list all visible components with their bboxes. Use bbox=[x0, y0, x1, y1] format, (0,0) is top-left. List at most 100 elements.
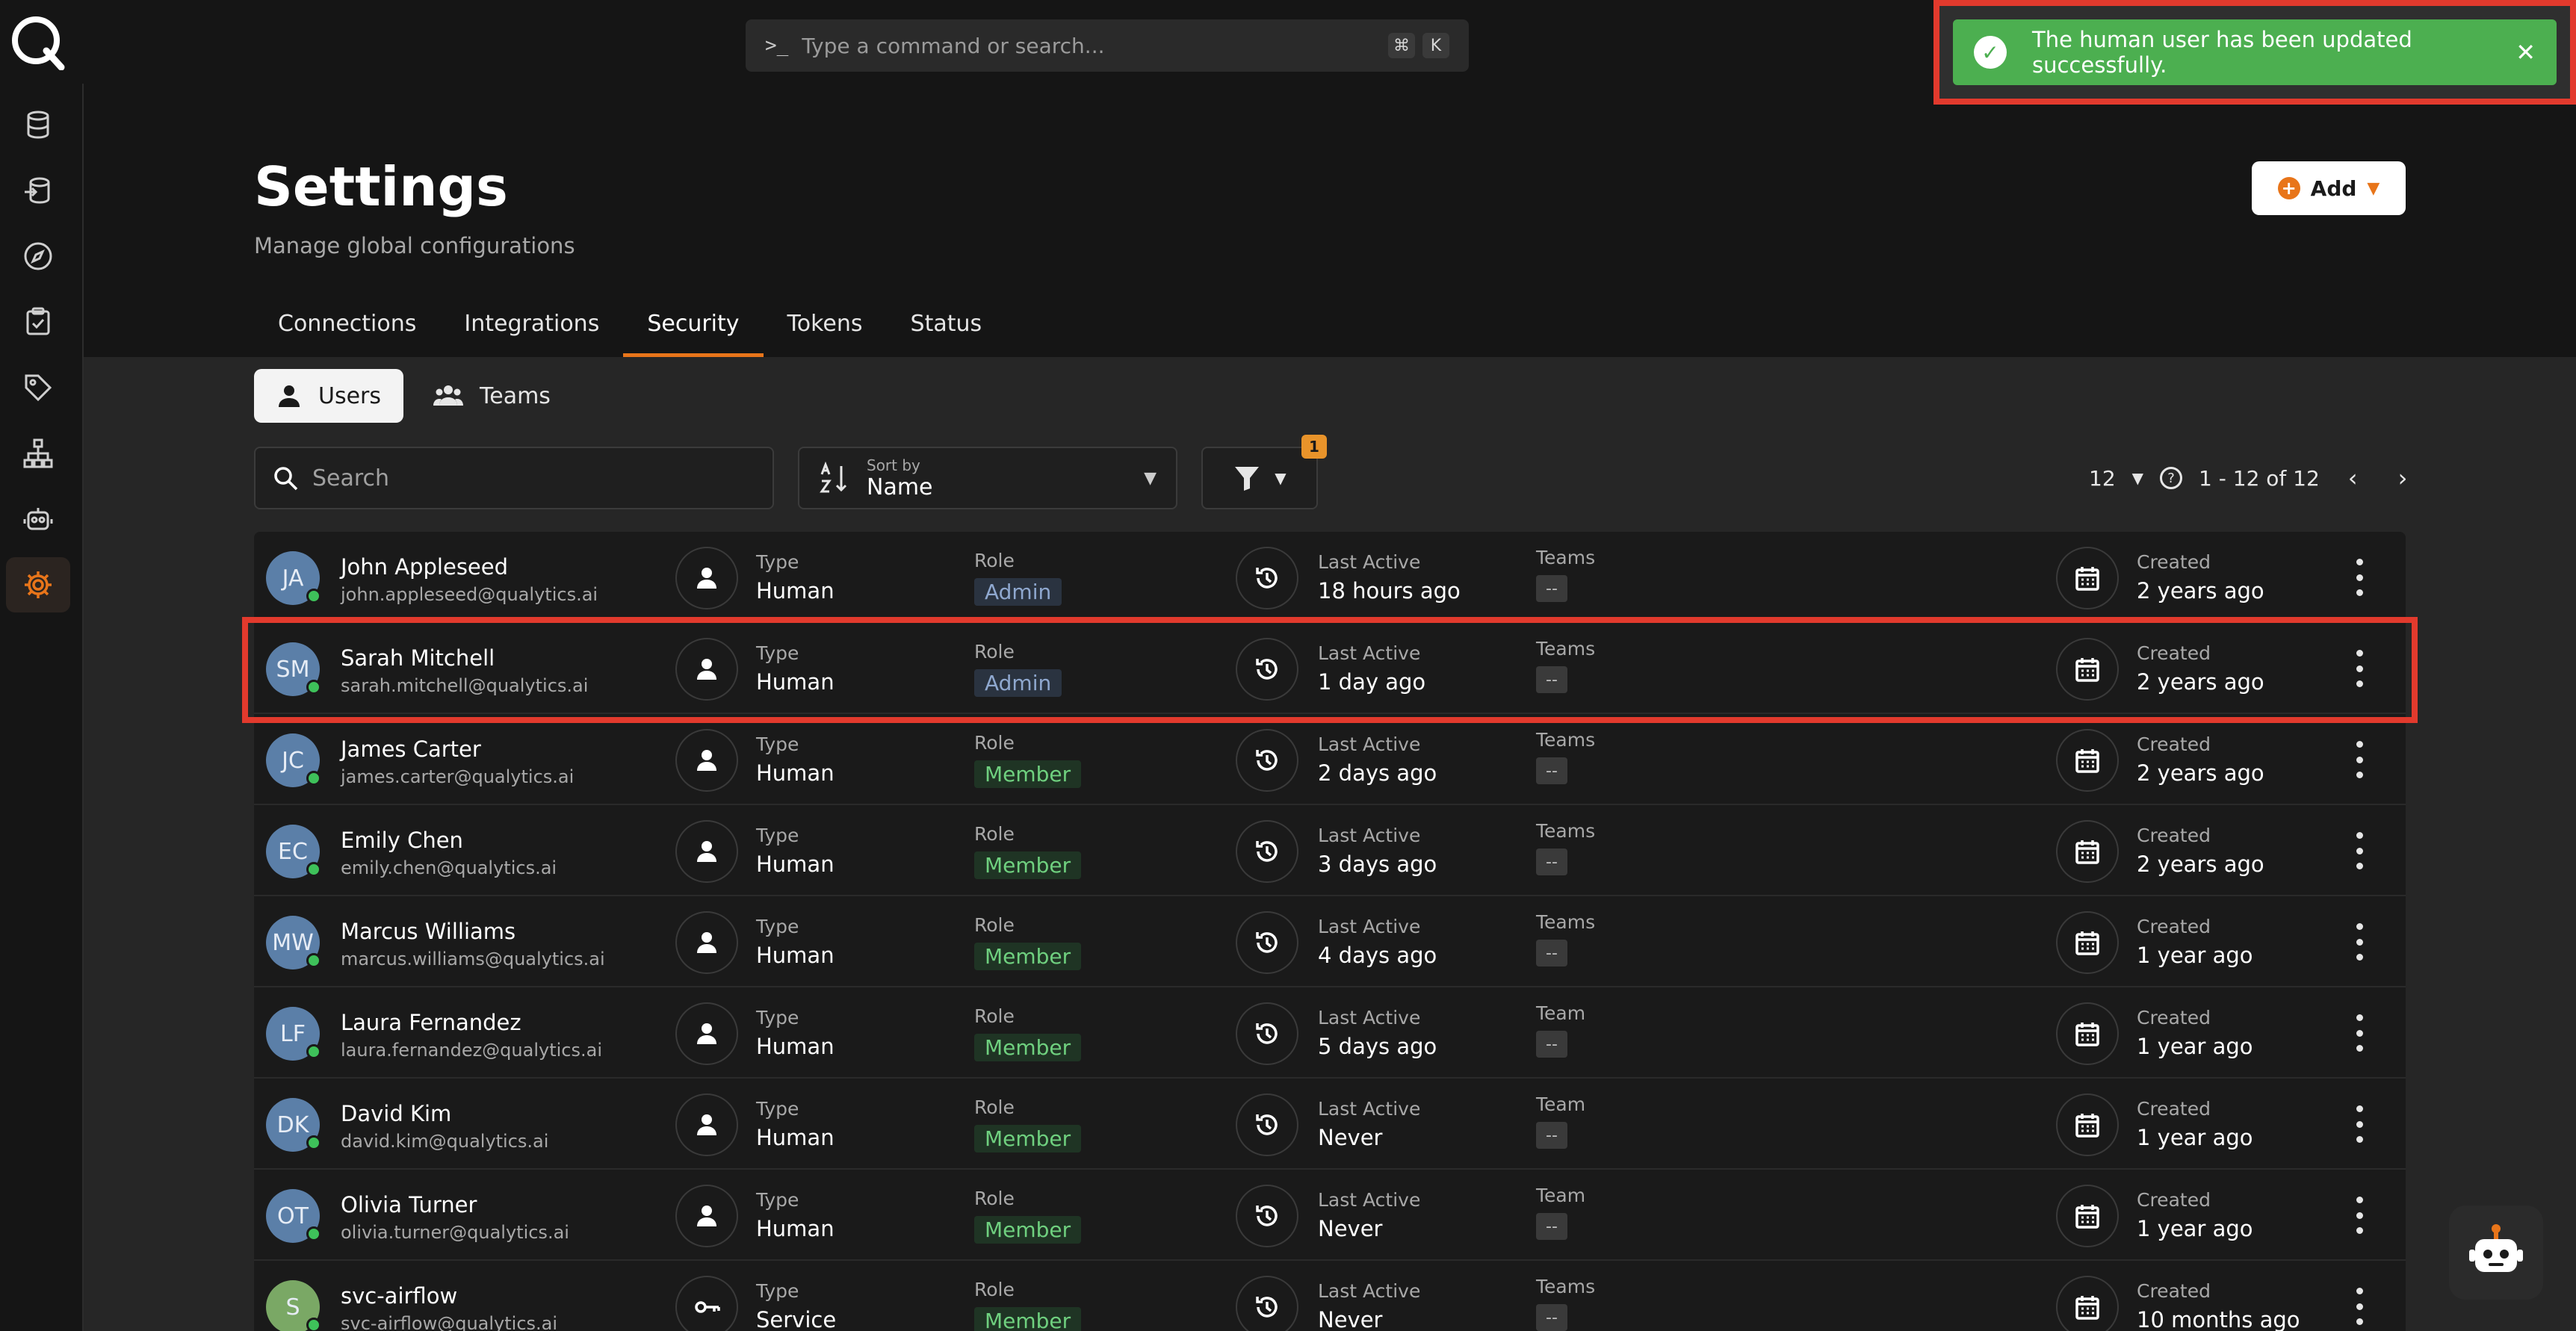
history-icon bbox=[1256, 750, 1278, 771]
sidebar-item-explore[interactable] bbox=[6, 229, 70, 284]
gear-icon bbox=[25, 571, 52, 598]
created-icon-circle bbox=[2056, 1093, 2119, 1156]
type-label: Type bbox=[756, 916, 799, 937]
created-icon-circle bbox=[2056, 547, 2119, 609]
row-actions-menu-icon[interactable] bbox=[2350, 1105, 2368, 1143]
success-toast: ✓ The human user has been updated succes… bbox=[1953, 19, 2557, 85]
sort-alpha-icon bbox=[820, 462, 847, 493]
previous-page-button[interactable]: ‹ bbox=[2336, 464, 2370, 492]
last-active-icon-circle bbox=[1236, 547, 1298, 609]
row-actions-menu-icon[interactable] bbox=[2350, 559, 2368, 596]
command-search-bar[interactable]: >_ Type a command or search... ⌘ K bbox=[746, 19, 1469, 72]
table-row[interactable]: EC Emily Chen emily.chen@qualytics.ai Ty… bbox=[254, 805, 2406, 896]
tab-tokens[interactable]: Tokens bbox=[764, 299, 887, 357]
sidebar-item-agents[interactable] bbox=[6, 491, 70, 547]
tab-connections[interactable]: Connections bbox=[254, 299, 440, 357]
role-badge: Member bbox=[974, 1125, 1082, 1152]
row-actions-menu-icon[interactable] bbox=[2350, 650, 2368, 687]
success-toast-highlight: ✓ The human user has been updated succes… bbox=[1933, 0, 2576, 105]
avatar-initials: LF bbox=[280, 1020, 306, 1047]
table-row[interactable]: JA John Appleseed john.appleseed@qualyti… bbox=[254, 532, 2406, 623]
table-row[interactable]: SM Sarah Mitchell sarah.mitchell@qualyti… bbox=[254, 623, 2406, 714]
user-email: sarah.mitchell@qualytics.ai bbox=[341, 675, 589, 696]
users-toggle-button[interactable]: Users bbox=[254, 369, 404, 423]
table-row[interactable]: DK David Kim david.kim@qualytics.ai Type… bbox=[254, 1079, 2406, 1170]
row-actions-menu-icon[interactable] bbox=[2350, 923, 2368, 961]
role-badge: Member bbox=[974, 851, 1082, 879]
row-actions-menu-icon[interactable] bbox=[2350, 1197, 2368, 1234]
type-value: Human bbox=[756, 943, 835, 968]
type-value: Service bbox=[756, 1307, 837, 1331]
teams-value: -- bbox=[1536, 757, 1567, 784]
table-row[interactable]: LF Laura Fernandez laura.fernandez@qualy… bbox=[254, 987, 2406, 1079]
user-name: svc-airflow bbox=[341, 1283, 458, 1309]
created-label: Created bbox=[2137, 733, 2211, 755]
teams-toggle-button[interactable]: Teams bbox=[411, 369, 573, 423]
type-label: Type bbox=[756, 1007, 799, 1028]
table-row[interactable]: S svc-airflow svc-airflow@qualytics.ai T… bbox=[254, 1261, 2406, 1331]
sort-dropdown[interactable]: Sort by Name ▼ bbox=[798, 447, 1177, 509]
role-label: Role bbox=[974, 550, 1015, 571]
row-actions-menu-icon[interactable] bbox=[2350, 1014, 2368, 1052]
help-icon[interactable]: ? bbox=[2160, 467, 2183, 489]
next-page-button[interactable]: › bbox=[2386, 464, 2420, 492]
sidebar-item-flows[interactable] bbox=[6, 426, 70, 481]
online-status-dot bbox=[306, 680, 321, 695]
role-label: Role bbox=[974, 823, 1015, 845]
sidebar-item-settings[interactable] bbox=[6, 557, 70, 612]
calendar-icon bbox=[2075, 1205, 2099, 1229]
avatar-initials: EC bbox=[278, 838, 308, 865]
table-row[interactable]: MW Marcus Williams marcus.williams@qualy… bbox=[254, 896, 2406, 987]
created-label: Created bbox=[2137, 1280, 2211, 1302]
page-size-select[interactable]: 12 bbox=[2089, 466, 2116, 491]
avatar: LF bbox=[266, 1007, 321, 1061]
row-actions-menu-icon[interactable] bbox=[2350, 741, 2368, 778]
created-value: 1 year ago bbox=[2137, 1034, 2253, 1059]
person-icon bbox=[697, 1023, 716, 1044]
tab-security[interactable]: Security bbox=[623, 299, 764, 357]
type-icon-circle bbox=[675, 911, 738, 974]
type-value: Human bbox=[756, 1034, 835, 1059]
last-active-value: 3 days ago bbox=[1318, 851, 1437, 877]
type-icon-circle bbox=[675, 638, 738, 701]
search-input[interactable] bbox=[312, 465, 756, 491]
created-icon-circle bbox=[2056, 911, 2119, 974]
last-active-icon-circle bbox=[1236, 820, 1298, 883]
online-status-dot bbox=[306, 1044, 321, 1059]
sidebar-item-checks[interactable] bbox=[6, 294, 70, 350]
sidebar-item-tags[interactable] bbox=[6, 360, 70, 415]
role-badge: Member bbox=[974, 1216, 1082, 1244]
table-row[interactable]: OT Olivia Turner olivia.turner@qualytics… bbox=[254, 1170, 2406, 1261]
sort-value: Name bbox=[867, 474, 933, 500]
avatar: S bbox=[266, 1280, 321, 1331]
row-actions-menu-icon[interactable] bbox=[2350, 832, 2368, 869]
teams-value: -- bbox=[1536, 848, 1567, 875]
filter-button[interactable]: ▼ bbox=[1201, 447, 1318, 509]
type-icon-circle bbox=[675, 547, 738, 609]
page-subtitle: Manage global configurations bbox=[254, 233, 575, 258]
row-actions-menu-icon[interactable] bbox=[2350, 1288, 2368, 1325]
sidebar-item-datastores[interactable] bbox=[6, 97, 70, 152]
tab-status[interactable]: Status bbox=[887, 299, 1006, 357]
caret-down-icon: ▼ bbox=[1275, 469, 1287, 487]
sidebar-item-enrichment[interactable] bbox=[6, 163, 70, 218]
close-icon[interactable]: ✕ bbox=[2515, 38, 2536, 66]
user-search-field[interactable] bbox=[254, 447, 774, 509]
role-label: Role bbox=[974, 1279, 1015, 1300]
table-row[interactable]: JC James Carter james.carter@qualytics.a… bbox=[254, 714, 2406, 805]
caret-down-icon[interactable]: ▼ bbox=[2132, 469, 2143, 487]
tab-integrations[interactable]: Integrations bbox=[440, 299, 623, 357]
type-label: Type bbox=[756, 825, 799, 846]
clipboard-check-icon bbox=[26, 307, 50, 335]
avatar: EC bbox=[266, 825, 321, 878]
user-name: Marcus Williams bbox=[341, 919, 516, 944]
assistant-bot-button[interactable] bbox=[2449, 1206, 2543, 1300]
users-teams-toggle: Users Teams bbox=[254, 369, 573, 423]
add-button[interactable]: + Add ▼ bbox=[2252, 161, 2406, 215]
qualytics-logo[interactable] bbox=[9, 13, 66, 70]
tag-icon bbox=[25, 374, 52, 402]
calendar-icon bbox=[2075, 658, 2099, 682]
search-icon bbox=[274, 467, 298, 491]
user-name: James Carter bbox=[341, 736, 481, 762]
toast-message: The human user has been updated successf… bbox=[2032, 27, 2412, 78]
